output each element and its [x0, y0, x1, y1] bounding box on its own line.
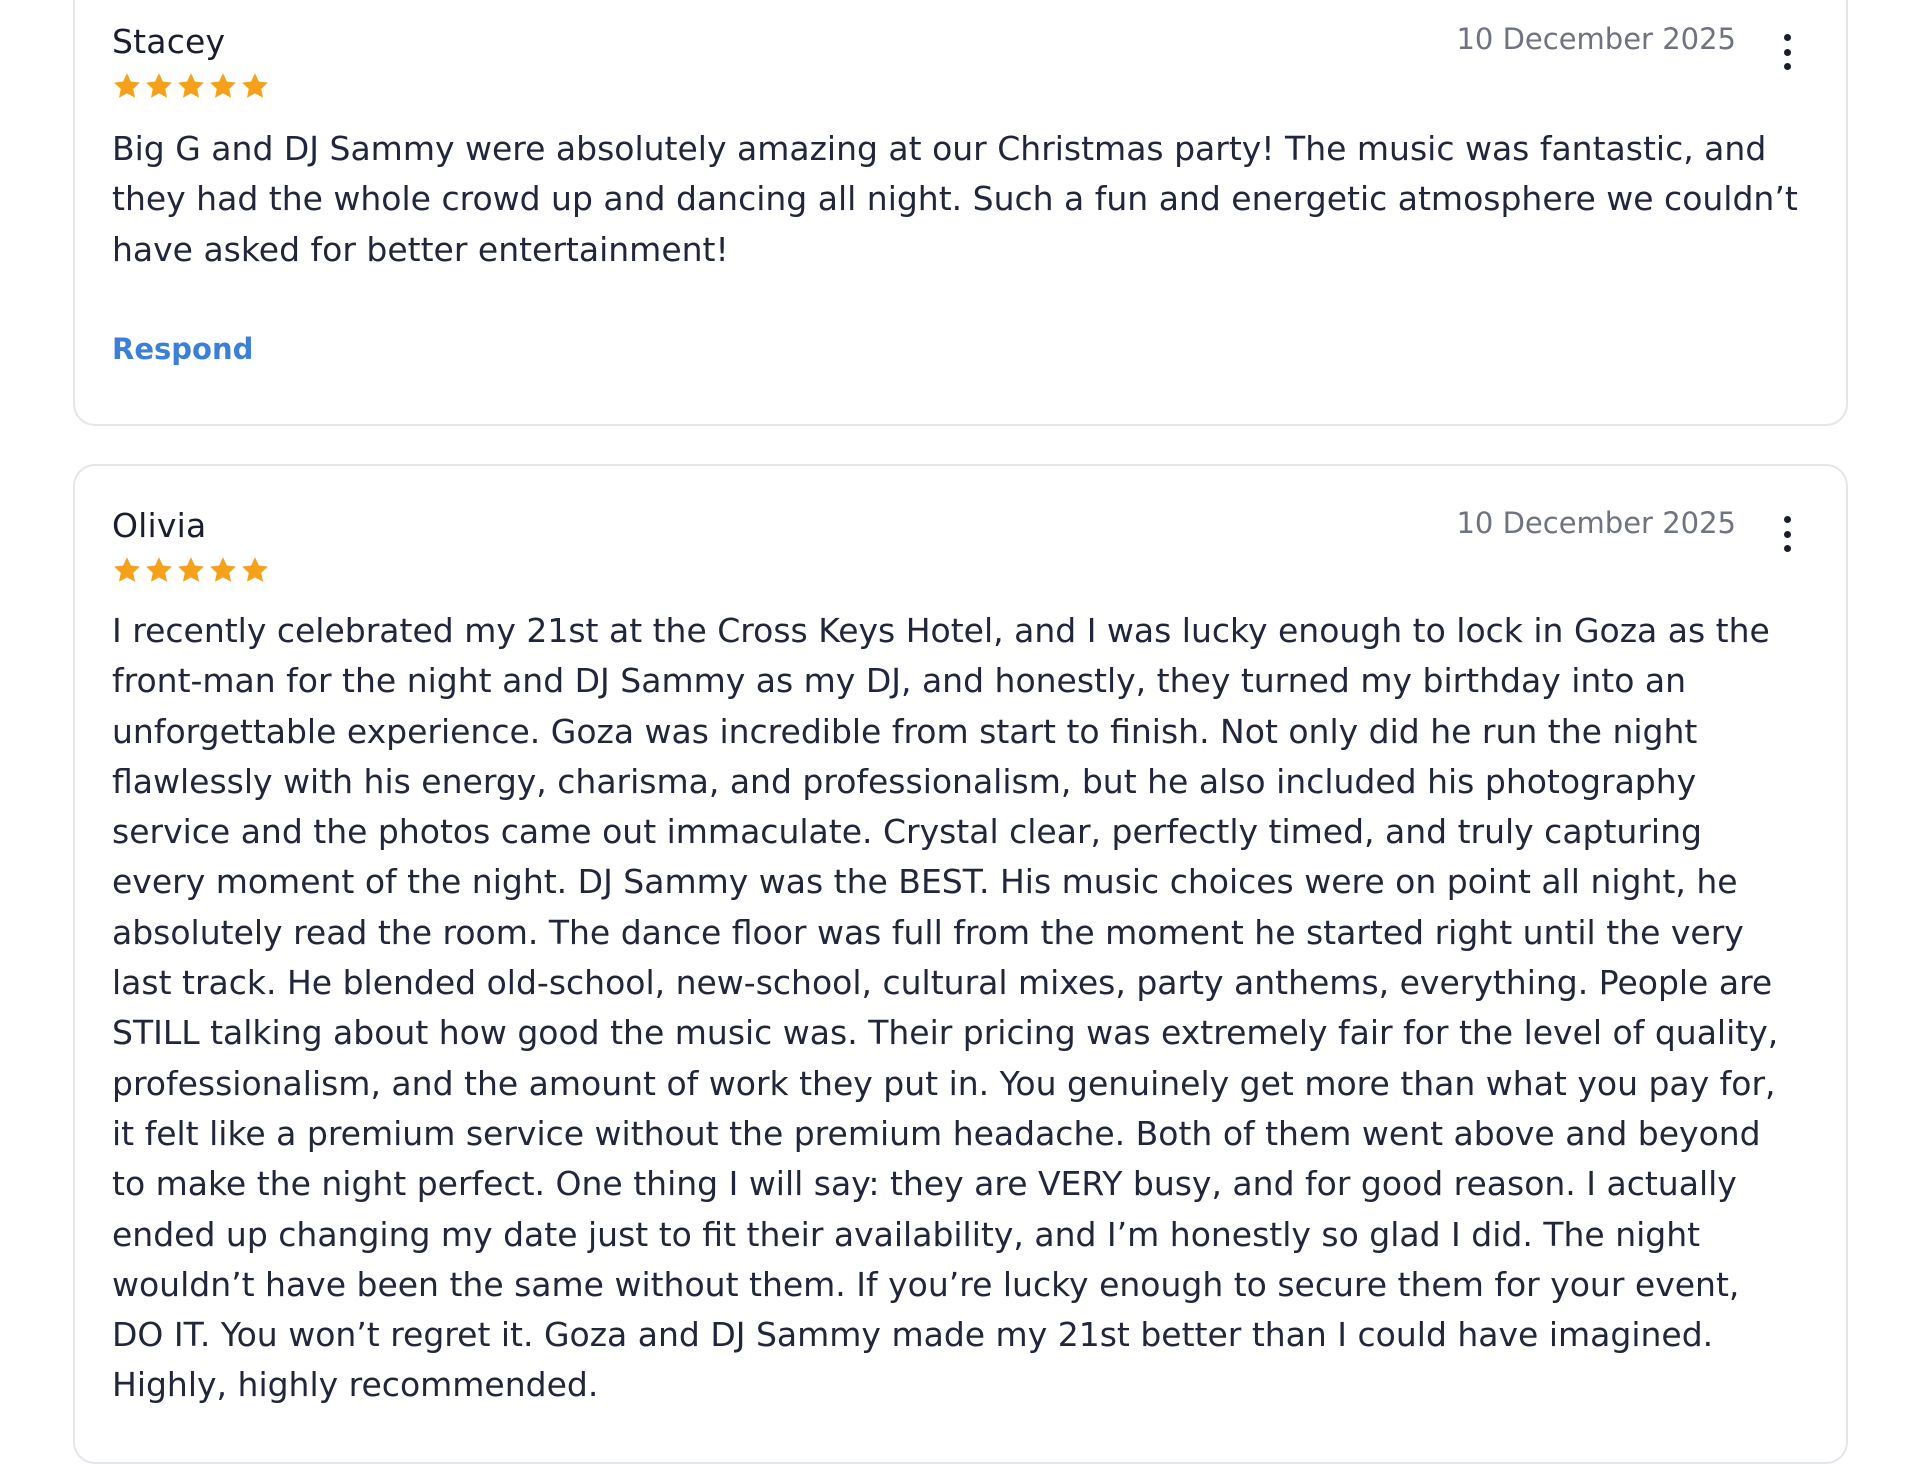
- review-text: I recently celebrated my 21st at the Cro…: [112, 611, 1779, 1405]
- more-vertical-icon[interactable]: [1782, 516, 1792, 552]
- reviewer-name: Olivia: [112, 506, 207, 545]
- star-icon: [210, 73, 236, 98]
- review-date: 10 December 2025: [1456, 506, 1736, 540]
- star-icon: [178, 557, 204, 582]
- star-icon: [242, 73, 268, 98]
- reviewer-name: Stacey: [112, 22, 226, 61]
- review-card: Olivia 10 December 2025 I recently celeb…: [73, 464, 1848, 1464]
- star-icon: [114, 73, 140, 98]
- respond-link[interactable]: Respond: [112, 332, 253, 366]
- star-icon: [146, 557, 172, 582]
- review-date: 10 December 2025: [1456, 22, 1736, 56]
- star-icon: [242, 557, 268, 582]
- star-rating: [112, 71, 270, 101]
- star-icon: [178, 73, 204, 98]
- star-icon: [210, 557, 236, 582]
- review-text: Big G and DJ Sammy were absolutely amazi…: [112, 129, 1798, 269]
- star-icon: [114, 557, 140, 582]
- star-rating: [112, 555, 270, 585]
- review-card: Stacey 10 December 2025 Big G and DJ Sam…: [73, 0, 1848, 426]
- more-vertical-icon[interactable]: [1782, 34, 1792, 70]
- star-icon: [146, 73, 172, 98]
